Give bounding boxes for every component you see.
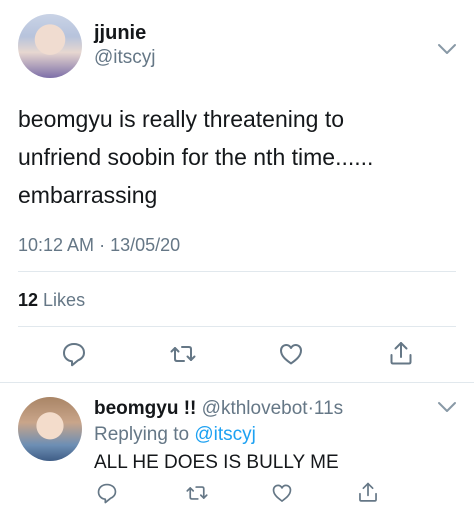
display-name[interactable]: jjunie <box>94 22 146 45</box>
reply-icon[interactable] <box>61 341 87 367</box>
reply-header: beomgyu !! @kthlovebot·11s <box>94 398 343 420</box>
divider <box>0 382 474 383</box>
mention-link[interactable]: @itscyj <box>194 424 256 445</box>
meta-separator: · <box>99 235 106 255</box>
share-icon[interactable] <box>388 340 414 366</box>
likes-label: Likes <box>43 290 86 310</box>
tweet-text: beomgyu is really threatening to unfrien… <box>18 100 458 214</box>
user-handle[interactable]: @itscyj <box>94 47 156 69</box>
reply-icon[interactable] <box>96 482 118 504</box>
retweet-icon[interactable] <box>170 341 196 367</box>
replying-prefix: Replying to <box>94 424 190 445</box>
tweet-time: 10:12 AM <box>18 235 95 255</box>
share-icon[interactable] <box>357 481 379 503</box>
tweet-timestamp[interactable]: 10:12 AM · 13/05/20 <box>18 235 180 256</box>
chevron-down-icon[interactable] <box>436 42 458 56</box>
replying-to: Replying to @itscyj <box>94 424 256 446</box>
likes-count: 12 <box>18 290 39 310</box>
tweet-text-line: unfriend soobin for the nth time...... <box>18 144 374 170</box>
retweet-icon[interactable] <box>186 482 208 504</box>
tweet-text-line: beomgyu is really threatening to <box>18 106 345 132</box>
divider <box>18 326 456 327</box>
divider <box>18 271 456 272</box>
heart-icon[interactable] <box>271 482 293 504</box>
tweet-text: ALL HE DOES IS BULLY ME <box>94 452 339 473</box>
tweet-text-line: embarrassing <box>18 182 158 208</box>
user-handle[interactable]: @kthlovebot <box>202 398 308 419</box>
avatar[interactable] <box>18 397 82 461</box>
likes-stat[interactable]: 12 Likes <box>18 290 85 311</box>
tweet-date: 13/05/20 <box>110 235 181 255</box>
avatar[interactable] <box>18 14 82 78</box>
heart-icon[interactable] <box>278 341 304 367</box>
tweet-age[interactable]: 11s <box>314 398 343 419</box>
display-name[interactable]: beomgyu !! <box>94 398 196 419</box>
chevron-down-icon[interactable] <box>436 400 458 414</box>
